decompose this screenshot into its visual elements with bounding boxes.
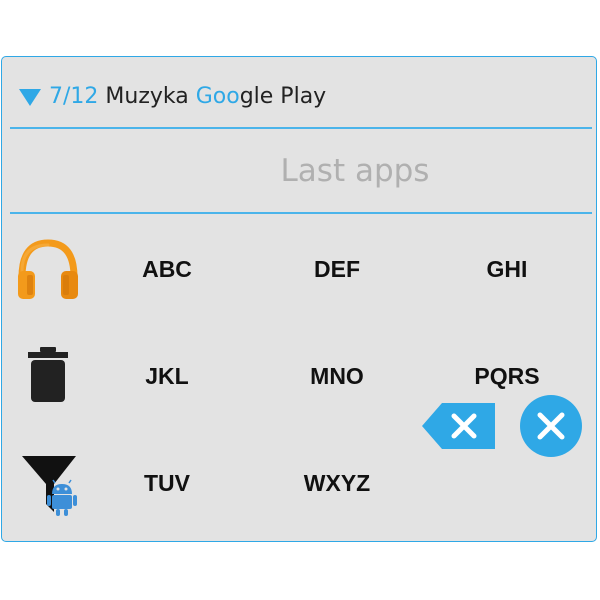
key-ghi[interactable]: GHI <box>432 234 582 304</box>
close-icon <box>520 395 582 457</box>
close-button[interactable] <box>519 394 583 458</box>
key-wxyz[interactable]: WXYZ <box>262 448 412 518</box>
app-name-accent: Goo <box>195 83 240 109</box>
android-filter-icon[interactable] <box>10 447 86 523</box>
header-row[interactable]: 7/12 Muzyka Google Play <box>19 81 326 111</box>
search-area[interactable] <box>10 131 592 211</box>
trash-icon[interactable] <box>10 337 86 413</box>
backspace-button[interactable] <box>422 402 496 450</box>
app-switcher-panel: 7/12 Muzyka Google Play Last apps ABC DE… <box>1 56 597 542</box>
key-tuv[interactable]: TUV <box>92 448 242 518</box>
search-input[interactable] <box>10 131 592 211</box>
backspace-icon <box>422 403 495 449</box>
app-name-part1: Muzyka <box>105 83 196 109</box>
key-mno[interactable]: MNO <box>262 341 412 411</box>
header-divider <box>10 127 592 129</box>
app-name: Muzyka Google Play <box>105 84 326 109</box>
headphones-icon[interactable] <box>10 231 86 307</box>
key-abc[interactable]: ABC <box>92 234 242 304</box>
header[interactable]: 7/12 Muzyka Google Play <box>2 57 596 129</box>
dropdown-triangle-icon[interactable] <box>19 88 41 106</box>
key-def[interactable]: DEF <box>262 234 412 304</box>
app-counter: 7/12 <box>49 83 99 109</box>
app-name-part2: gle Play <box>239 83 327 109</box>
key-jkl[interactable]: JKL <box>92 341 242 411</box>
search-divider <box>10 212 592 214</box>
